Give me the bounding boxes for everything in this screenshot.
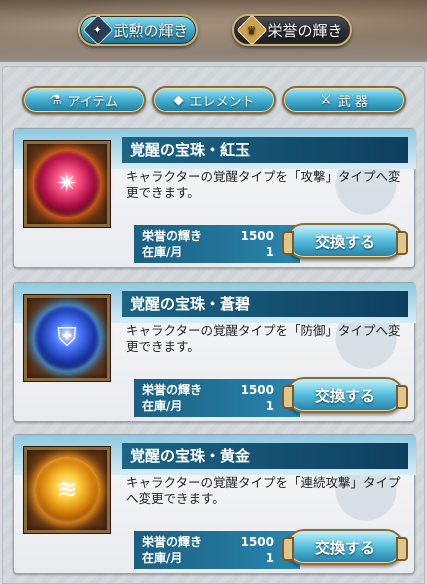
cost-label: 栄誉の輝き [142, 383, 203, 397]
item-icon-frame: ≋ [24, 447, 110, 533]
item-name: 覚醒の宝珠・黄金 [122, 443, 408, 469]
element-icon: ◆ [173, 92, 184, 108]
item-description: キャラクターの覚醒タイプを「防御」タイプへ変更できます。 [126, 323, 401, 354]
item-icon-frame: ✴ [24, 141, 110, 227]
potion-icon: ⚗ [49, 92, 62, 108]
tab-eiyo[interactable]: ♛ 栄誉の輝き [232, 14, 352, 46]
top-banner [0, 0, 427, 62]
filter-label: アイテム [67, 94, 119, 110]
item-description: キャラクターの覚醒タイプを「攻撃」タイプへ変更できます。 [126, 169, 401, 200]
stock-label: 在庫/月 [142, 399, 183, 413]
crossed-swords-icon: ⚔ [320, 92, 332, 108]
honor-icon: ♛ [236, 14, 269, 46]
exchange-button[interactable]: 交換する [282, 377, 408, 413]
gold-orb-icon: ≋ [34, 457, 100, 523]
item-stats: 栄誉の輝き 1500 在庫/月 1 [134, 531, 300, 569]
item-description: キャラクターの覚醒タイプを「連続攻撃」タイプへ変更できます。 [126, 475, 401, 506]
item-name: 覚醒の宝珠・紅玉 [122, 137, 408, 163]
tab-bukun[interactable]: ✦ 武勲の輝き [78, 14, 198, 46]
filter-element[interactable]: ◆ エレメント [152, 86, 276, 114]
shop-item-card: 覚醒の宝珠・黄金 ≋ キャラクターの覚醒タイプを「連続攻撃」タイプへ変更できます… [13, 434, 416, 574]
item-stats: 栄誉の輝き 1500 在庫/月 1 [134, 379, 300, 417]
exchange-button[interactable]: 交換する [282, 223, 408, 259]
filter-label: エレメント [189, 94, 255, 110]
shop-item-card: 覚醒の宝珠・蒼碧 ⛨ キャラクターの覚醒タイプを「防御」タイプへ変更できます。 … [13, 282, 416, 422]
cost-label: 栄誉の輝き [142, 229, 203, 243]
red-orb-icon: ✴ [34, 151, 100, 217]
diamond-icon: ✦ [82, 14, 115, 46]
item-icon-frame: ⛨ [24, 295, 110, 381]
blue-orb-icon: ⛨ [34, 305, 100, 371]
tab-label: 武勲の輝き [113, 21, 189, 40]
filter-item[interactable]: ⚗ アイテム [22, 86, 146, 114]
filter-label: 武 器 [337, 94, 368, 110]
item-stats: 栄誉の輝き 1500 在庫/月 1 [134, 225, 300, 263]
filter-weapon[interactable]: ⚔ 武 器 [282, 86, 406, 114]
stock-label: 在庫/月 [142, 551, 183, 565]
exchange-button[interactable]: 交換する [282, 529, 408, 565]
cost-label: 栄誉の輝き [142, 535, 203, 549]
item-name: 覚醒の宝珠・蒼碧 [122, 291, 408, 317]
stock-label: 在庫/月 [142, 245, 183, 259]
tab-label: 栄誉の輝き [267, 21, 343, 40]
shop-item-card: 覚醒の宝珠・紅玉 ✴ キャラクターの覚醒タイプを「攻撃」タイプへ変更できます。 … [13, 128, 416, 268]
